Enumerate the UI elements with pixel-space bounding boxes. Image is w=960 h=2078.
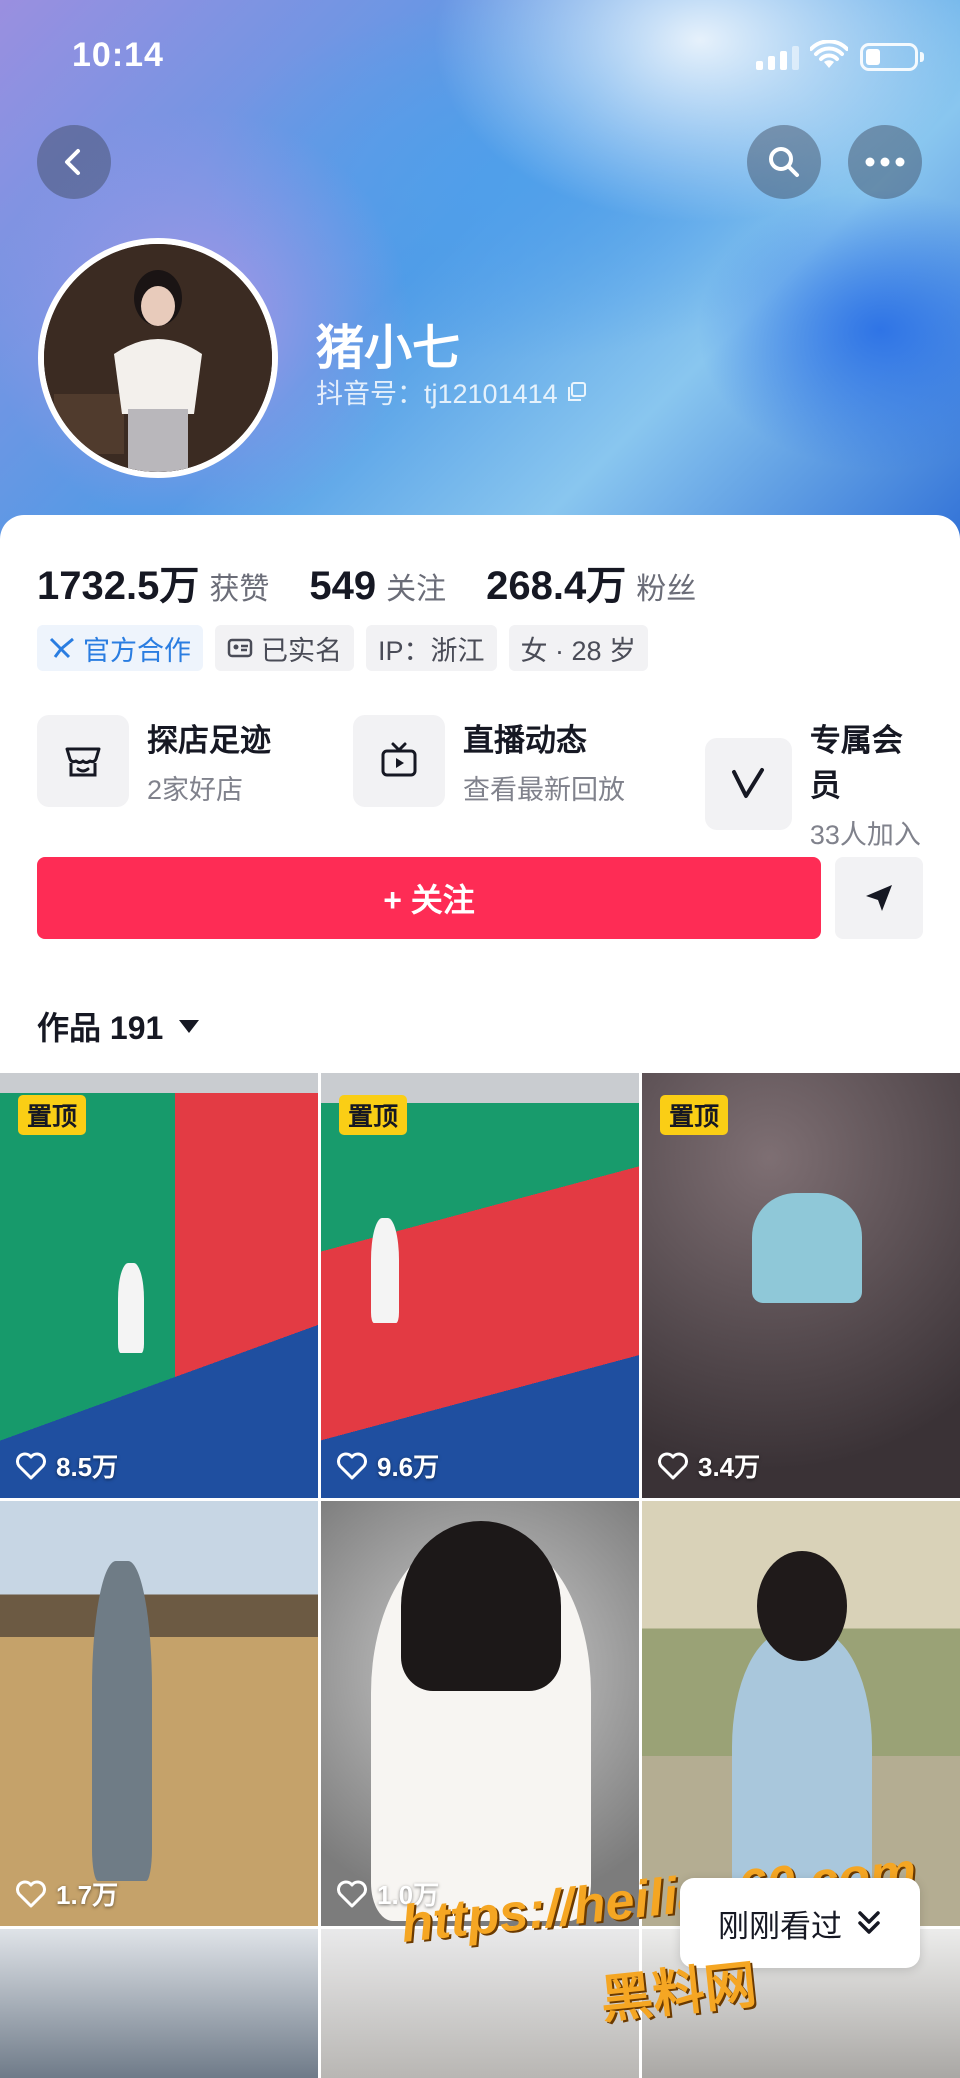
video-tile[interactable]: 1.7万 (0, 1501, 318, 1926)
feature-store-visits[interactable]: 探店足迹 2家好店 (37, 715, 271, 807)
share-button[interactable] (835, 857, 923, 939)
tag-gender-age: 女 · 28 岁 (508, 625, 649, 671)
video-tile[interactable]: 置顶 9.6万 (321, 1073, 639, 1498)
caret-down-icon (179, 1019, 200, 1033)
stat-likes-count: 1732.5万 (37, 564, 200, 608)
copy-icon[interactable] (566, 381, 588, 403)
likes-value: 3.4万 (698, 1452, 761, 1482)
tv-icon (381, 742, 417, 777)
follow-button[interactable]: + 关注 (37, 857, 821, 939)
heart-icon (16, 1880, 46, 1907)
wifi-icon (810, 40, 848, 68)
search-button[interactable] (747, 125, 821, 199)
stat-following-count: 549 (309, 564, 377, 608)
tag-ip-label: IP：浙江 (378, 635, 485, 666)
more-button[interactable] (848, 125, 922, 199)
tag-gender-age-label: 女 · 28 岁 (520, 635, 637, 666)
likes-count: 3.4万 (658, 1447, 760, 1484)
likes-count: 9.6万 (337, 1447, 439, 1484)
stat-followers[interactable]: 268.4万 粉丝 (486, 553, 696, 611)
likes-count: 8.5万 (16, 1447, 118, 1484)
feature-membership[interactable]: 专属会员 33人加入 (705, 715, 927, 852)
feature-live-icon-box (353, 715, 445, 807)
v-icon (732, 767, 765, 798)
feature-member-sub: 33人加入 (809, 820, 921, 850)
id-card-icon (227, 638, 253, 658)
tag-official-label: 官方合作 (83, 635, 191, 666)
works-tab[interactable]: 作品 191 (37, 1003, 200, 1049)
stats-row: 1732.5万 获赞 549 关注 268.4万 粉丝 (37, 553, 736, 611)
battery-icon (860, 43, 924, 71)
double-chevron-down-icon (858, 1911, 880, 1934)
figure-shape (118, 1263, 144, 1353)
nickname: 猪小七 (316, 322, 461, 375)
heart-icon (337, 1880, 367, 1907)
douyin-id-text: 抖音号：tj12101414 (316, 379, 558, 409)
stat-likes-label: 获赞 (209, 573, 270, 606)
tags-row: 官方合作 已实名 IP：浙江 女 · 28 岁 (37, 625, 649, 671)
feature-member-title: 专属会员 (809, 723, 903, 803)
hair-shape (401, 1521, 561, 1691)
chevron-left-icon (65, 149, 80, 175)
feature-store-title: 探店足迹 (147, 723, 271, 758)
likes-count: 1.7万 (16, 1875, 118, 1912)
pinned-badge: 置顶 (339, 1095, 408, 1135)
profile-info-card: 1732.5万 获赞 549 关注 268.4万 粉丝 官方合作 已实名 IP：… (0, 515, 960, 1075)
video-tile[interactable]: 置顶 3.4万 (642, 1073, 960, 1498)
heart-icon (337, 1452, 367, 1479)
official-icon (49, 637, 74, 659)
video-tile[interactable]: 1.0万 (321, 1501, 639, 1926)
heart-icon (16, 1452, 46, 1479)
feature-member-icon-box (705, 737, 792, 830)
send-icon (866, 885, 892, 911)
douyin-id[interactable]: 抖音号：tj12101414 (316, 372, 588, 411)
recently-viewed-label: 刚刚看过 (718, 1908, 842, 1944)
feature-live-updates[interactable]: 直播动态 查看最新回放 (353, 715, 625, 807)
feature-store-sub: 2家好店 (147, 775, 244, 805)
feature-shortcuts: 探店足迹 2家好店 直播动态 查看最新回放 专属会员 33人加入 (37, 715, 927, 850)
stat-following-label: 关注 (386, 573, 447, 606)
feature-live-sub: 查看最新回放 (463, 775, 625, 805)
works-tab-label: 作品 191 (37, 1010, 164, 1046)
video-tile[interactable] (0, 1929, 318, 2078)
avatar[interactable] (38, 238, 278, 478)
status-time: 10:14 (72, 36, 164, 74)
likes-value: 1.7万 (56, 1880, 119, 1910)
figure-shape (92, 1561, 152, 1881)
back-button[interactable] (37, 125, 111, 199)
figure-shape (752, 1193, 862, 1303)
tag-official-partner[interactable]: 官方合作 (37, 625, 203, 671)
signal-icon (756, 46, 799, 70)
video-tile[interactable]: 置顶 8.5万 (0, 1073, 318, 1498)
likes-value: 9.6万 (377, 1452, 440, 1482)
stat-followers-count: 268.4万 (486, 564, 627, 608)
feature-live-title: 直播动态 (463, 723, 587, 758)
pinned-badge: 置顶 (660, 1095, 729, 1135)
figure-shape (371, 1218, 399, 1323)
tag-verified[interactable]: 已实名 (215, 625, 354, 671)
stat-following[interactable]: 549 关注 (309, 564, 446, 609)
store-icon (65, 747, 101, 777)
tag-verified-label: 已实名 (261, 635, 342, 666)
status-bar: 10:14 (0, 0, 960, 110)
pinned-badge: 置顶 (18, 1095, 87, 1135)
follow-button-label: + 关注 (383, 882, 475, 918)
hair-shape (757, 1551, 847, 1661)
tag-ip-location: IP：浙江 (366, 625, 497, 671)
feature-store-icon-box (37, 715, 129, 807)
stat-likes: 1732.5万 获赞 (37, 553, 269, 611)
heart-icon (658, 1452, 688, 1479)
likes-value: 8.5万 (56, 1452, 119, 1482)
more-dots-icon (865, 157, 905, 167)
search-icon (769, 147, 799, 177)
video-tile[interactable] (321, 1929, 639, 2078)
avatar-portrait-image (44, 244, 272, 472)
stat-followers-label: 粉丝 (636, 573, 697, 606)
